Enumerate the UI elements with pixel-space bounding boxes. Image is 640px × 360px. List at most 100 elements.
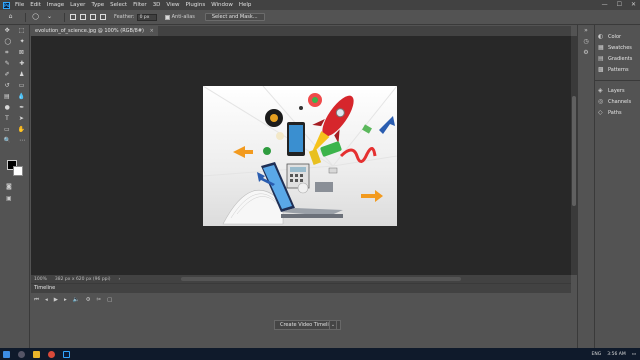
- close-icon[interactable]: ×: [150, 28, 154, 34]
- status-menu-arrow[interactable]: ›: [119, 277, 121, 282]
- panel-patterns[interactable]: ▩ Patterns: [595, 64, 640, 75]
- hand-tool-icon[interactable]: ✋: [18, 126, 25, 133]
- panel-label: Gradients: [608, 55, 633, 62]
- photoshop-taskbar-icon[interactable]: [63, 350, 70, 358]
- panel-label: Channels: [608, 98, 632, 105]
- gradient-tool-icon[interactable]: ▤: [4, 93, 10, 100]
- subtract-selection-icon[interactable]: [90, 14, 96, 20]
- menu-edit[interactable]: Edit: [30, 2, 41, 8]
- healing-brush-icon[interactable]: ✚: [19, 60, 24, 67]
- canvas-area[interactable]: [31, 36, 571, 275]
- audio-icon[interactable]: 🔈: [73, 297, 80, 303]
- home-icon[interactable]: ⌂: [6, 13, 15, 21]
- menu-bar: Ps File Edit Image Layer Type Select Fil…: [0, 0, 640, 10]
- panel-layers[interactable]: ◈ Layers: [595, 85, 640, 96]
- add-selection-icon[interactable]: [80, 14, 86, 20]
- panel-label: Swatches: [608, 44, 632, 51]
- options-bar: ⌂ ◯ ⌄ Feather: 0 px Anti-alias Select an…: [0, 10, 640, 25]
- panel-label: Paths: [608, 109, 622, 116]
- intersect-selection-icon[interactable]: [100, 14, 106, 20]
- clock[interactable]: 3:56 AM: [607, 352, 626, 357]
- file-explorer-icon[interactable]: [33, 350, 40, 358]
- type-tool-icon[interactable]: T: [5, 115, 9, 122]
- stamp-tool-icon[interactable]: ♟: [19, 71, 24, 78]
- brush-tool-icon[interactable]: ✐: [5, 71, 10, 78]
- panel-swatches[interactable]: ▦ Swatches: [595, 42, 640, 53]
- system-tray: ENG 3:56 AM ▭: [592, 348, 636, 360]
- chrome-icon[interactable]: [48, 350, 55, 358]
- panel-dock: » ◷ ⚙: [577, 25, 594, 348]
- menu-plugins[interactable]: Plugins: [185, 2, 205, 8]
- pen-tool-icon[interactable]: ✒: [19, 104, 24, 111]
- divider: [64, 12, 65, 22]
- close-button[interactable]: ✕: [631, 1, 636, 8]
- rectangle-tool-icon[interactable]: ▭: [4, 126, 10, 133]
- first-frame-icon[interactable]: ⏮: [34, 297, 39, 304]
- background-color-swatch[interactable]: [13, 166, 23, 176]
- eyedropper-icon[interactable]: ✎: [5, 60, 10, 67]
- more-tools-icon[interactable]: ⋯: [19, 137, 25, 144]
- menu-layer[interactable]: Layer: [70, 2, 85, 8]
- screen-mode-icon[interactable]: ▣: [6, 195, 12, 202]
- split-scissors-icon[interactable]: ✂: [97, 297, 102, 303]
- next-frame-icon[interactable]: ▸: [64, 297, 67, 303]
- document-tab-title: evolution_of_science.jpg @ 100% (RGB/8#): [35, 28, 144, 34]
- minimize-button[interactable]: —: [602, 1, 608, 8]
- menu-help[interactable]: Help: [239, 2, 252, 8]
- zoom-level[interactable]: 100%: [34, 277, 47, 282]
- menu-select[interactable]: Select: [110, 2, 127, 8]
- feather-input[interactable]: 0 px: [136, 13, 157, 21]
- scrollbar-thumb[interactable]: [572, 96, 576, 206]
- move-tool-icon[interactable]: ✥: [5, 27, 10, 34]
- chevron-down-icon[interactable]: ⌄: [329, 320, 337, 330]
- play-icon[interactable]: ▶: [54, 297, 58, 303]
- properties-icon[interactable]: ⚙: [578, 47, 594, 58]
- menu-filter[interactable]: Filter: [133, 2, 147, 8]
- select-and-mask-button[interactable]: Select and Mask...: [204, 13, 265, 21]
- eraser-icon[interactable]: ▭: [19, 82, 25, 89]
- document-tab[interactable]: evolution_of_science.jpg @ 100% (RGB/8#)…: [31, 26, 158, 36]
- search-icon[interactable]: [18, 350, 25, 358]
- magic-wand-icon[interactable]: ✦: [20, 38, 25, 45]
- frame-tool-icon[interactable]: ⊠: [19, 49, 24, 56]
- language-indicator[interactable]: ENG: [592, 352, 602, 357]
- document-tabs: evolution_of_science.jpg @ 100% (RGB/8#)…: [31, 26, 571, 36]
- menu-3d[interactable]: 3D: [153, 2, 161, 8]
- panel-gradients[interactable]: ▤ Gradients: [595, 53, 640, 64]
- previous-frame-icon[interactable]: ◂: [45, 297, 48, 303]
- patterns-icon: ▩: [598, 66, 604, 73]
- timeline-controls: ⏮ ◂ ▶ ▸ 🔈 ⚙ ✂ ▢: [31, 293, 571, 307]
- menu-file[interactable]: File: [15, 2, 24, 8]
- history-icon[interactable]: ◷: [578, 36, 594, 47]
- notification-icon[interactable]: ▭: [632, 352, 636, 357]
- divider: [25, 12, 26, 22]
- blur-tool-icon[interactable]: 💧: [18, 93, 25, 100]
- anti-alias-checkbox[interactable]: [164, 14, 170, 20]
- zoom-tool-icon[interactable]: 🔍: [4, 137, 11, 144]
- lasso-tool-icon[interactable]: ◯: [4, 38, 11, 45]
- menu-view[interactable]: View: [166, 2, 179, 8]
- layers-icon: ◈: [598, 87, 603, 94]
- windows-start-icon[interactable]: [3, 350, 10, 358]
- menu-window[interactable]: Window: [211, 2, 233, 8]
- marquee-tool-icon[interactable]: ⬚: [19, 27, 25, 34]
- panel-channels[interactable]: ◎ Channels: [595, 96, 640, 107]
- new-selection-icon[interactable]: [70, 14, 76, 20]
- maximize-button[interactable]: ☐: [617, 1, 622, 8]
- crop-tool-icon[interactable]: ⌗: [5, 49, 8, 57]
- quick-mask-icon[interactable]: ◙: [6, 183, 12, 190]
- timeline-title: Timeline: [31, 284, 571, 293]
- menu-type[interactable]: Type: [91, 2, 104, 8]
- collapse-panels-icon[interactable]: »: [578, 25, 594, 36]
- settings-gear-icon[interactable]: ⚙: [86, 297, 91, 303]
- history-brush-icon[interactable]: ↺: [5, 82, 10, 89]
- panel-color[interactable]: ◐ Color: [595, 31, 640, 42]
- dodge-tool-icon[interactable]: ●: [5, 104, 10, 111]
- chevron-down-icon[interactable]: ⌄: [45, 13, 54, 21]
- panel-paths[interactable]: ◇ Paths: [595, 107, 640, 118]
- lasso-tool-icon[interactable]: ◯: [31, 13, 40, 21]
- transition-icon[interactable]: ▢: [107, 297, 112, 303]
- path-selection-icon[interactable]: ➤: [19, 115, 24, 122]
- canvas-horizontal-scrollbar[interactable]: [181, 277, 461, 281]
- menu-image[interactable]: Image: [47, 2, 64, 8]
